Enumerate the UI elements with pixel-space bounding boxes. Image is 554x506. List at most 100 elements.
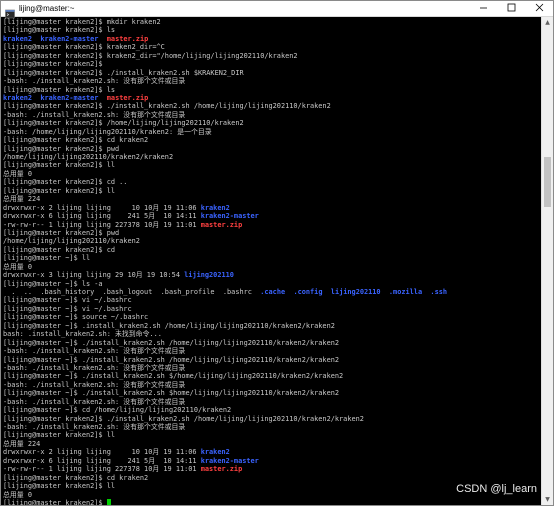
maximize-button[interactable] xyxy=(497,1,525,16)
terminal-text: -bash: ./install_kraken2.sh: 没有那个文件或目录 xyxy=(3,77,186,86)
minimize-button[interactable] xyxy=(469,1,497,16)
terminal-text: . .. .bash_history .bash_logout .bash_pr… xyxy=(3,288,261,296)
maximize-icon xyxy=(507,3,516,14)
scroll-thumb[interactable] xyxy=(544,157,551,207)
terminal-text: -bash: /home/lijing/lijing202110/kraken2… xyxy=(3,127,212,136)
window-title: lijing@master:~ xyxy=(19,4,75,13)
terminal-text: [lijing@master kraken2]$ ls xyxy=(3,26,116,35)
terminal-text: -bash: ./install_kraken2.sh: 没有那个文件或目录 xyxy=(3,380,186,389)
terminal-text: 总用量 0 xyxy=(3,169,32,178)
terminal-output[interactable]: [lijing@master kraken2]$ mkdir kraken2 [l… xyxy=(3,18,541,505)
directory-name: kraken2 xyxy=(200,203,230,212)
terminal-line: [lijing@master kraken2]$ cd kraken2 xyxy=(3,474,541,482)
terminal-line: [lijing@master ~]$ .install_kraken2.sh /… xyxy=(3,322,541,330)
terminal-line: -bash: ./install_kraken2.sh: 没有那个文件或目录 xyxy=(3,423,541,431)
terminal-text: [lijing@master kraken2]$ ./install_krake… xyxy=(3,102,331,111)
directory-name: .mozilla xyxy=(388,288,423,296)
vertical-scrollbar[interactable]: ▲ ▼ xyxy=(541,17,553,505)
terminal-text: [lijing@master kraken2]$ cd xyxy=(3,245,116,254)
terminal-text: [lijing@master ~]$ .install_kraken2.sh /… xyxy=(3,321,335,330)
terminal-line: /home/lijing/lijing202110/kraken2/kraken… xyxy=(3,153,541,161)
terminal-text: [lijing@master ~]$ ./install_kraken2.sh … xyxy=(3,372,344,381)
terminal-text: [lijing@master kraken2]$ ./install_krake… xyxy=(3,68,244,77)
directory-name: lijing202110 xyxy=(330,288,381,296)
archive-file-name: master.zip xyxy=(106,93,149,102)
terminal-text: [lijing@master ~]$ vi ~/.bashrc xyxy=(3,296,132,305)
terminal-text: -bash: ./install_kraken2.sh: 没有那个文件或目录 xyxy=(3,363,186,372)
terminal-line: kraken2 kraken2-master master.zip xyxy=(3,94,541,102)
terminal-window: lijing@master:~ [lijing@master kraken2]$… xyxy=(0,0,554,506)
archive-file-name: master.zip xyxy=(200,220,243,229)
terminal-text: -bash: ./install_kraken2.sh: 没有那个文件或目录 xyxy=(3,423,186,431)
directory-name: kraken2 xyxy=(3,34,33,43)
terminal-line: 总用量 224 xyxy=(3,195,541,203)
terminal-text: [lijing@master ~]$ source ~/.bashrc xyxy=(3,313,149,322)
terminal-text: [lijing@master kraken2]$ pwd xyxy=(3,144,120,153)
terminal-line: [lijing@master ~]$ source ~/.bashrc xyxy=(3,313,541,321)
terminal-line: [lijing@master kraken2]$ kraken2_dir=^C xyxy=(3,43,541,51)
terminal-line: -bash: ./install_kraken2.sh: 没有那个文件或目录 xyxy=(3,381,541,389)
title-bar[interactable]: lijing@master:~ xyxy=(1,1,553,18)
terminal-line: 总用量 0 xyxy=(3,170,541,178)
terminal-line: /home/lijing/lijing202110/kraken2 xyxy=(3,237,541,245)
terminal-text: [lijing@master ~]$ cd /home/lijing/lijin… xyxy=(3,406,232,415)
terminal-line: [lijing@master ~]$ vi ~/.bashrc xyxy=(3,305,541,313)
terminal-line: [lijing@master kraken2]$ ls xyxy=(3,26,541,34)
terminal-text: [lijing@master ~]$ vi ~/.bashrc xyxy=(3,304,132,313)
terminal-line: 总用量 224 xyxy=(3,440,541,448)
terminal-line: drwxrwxr-x 6 lijing lijing 241 5月 10 14:… xyxy=(3,212,541,220)
terminal-text: 总用量 0 xyxy=(3,490,32,499)
terminal-line: -rw-rw-r-- 1 lijing lijing 227378 10月 19… xyxy=(3,221,541,229)
directory-name: .cache xyxy=(260,288,286,296)
terminal-text: -bash: ./install_kraken2.sh: 没有那个文件或目录 xyxy=(3,397,186,406)
terminal-line: drwxrwxr-x 3 lijing lijing 29 10月 19 10:… xyxy=(3,271,541,279)
terminal-line: [lijing@master kraken2]$ ll xyxy=(3,431,541,439)
terminal-text: [lijing@master kraken2]$ ll xyxy=(3,482,116,491)
cursor-icon xyxy=(106,498,111,505)
terminal-line: [lijing@master kraken2]$ ll xyxy=(3,187,541,195)
terminal-line: [lijing@master kraken2]$ mkdir kraken2 xyxy=(3,18,541,26)
terminal-line: [lijing@master kraken2]$ ./install_krake… xyxy=(3,415,541,423)
terminal-text: [lijing@master ~]$ ls -a xyxy=(3,279,103,288)
terminal-text: [lijing@master kraken2]$ ls xyxy=(3,85,116,94)
terminal-text: [lijing@master kraken2]$ xyxy=(3,498,107,505)
terminal-text: -bash: ./install_kraken2.sh: 没有那个文件或目录 xyxy=(3,110,186,119)
terminal-text: -rw-rw-r-- 1 lijing lijing 227378 10月 19… xyxy=(3,465,201,474)
directory-name: .config xyxy=(293,288,323,296)
terminal-line: -bash: ./install_kraken2.sh: 没有那个文件或目录 xyxy=(3,77,541,85)
terminal-text: [lijing@master kraken2]$ cd .. xyxy=(3,178,128,187)
terminal-line: [lijing@master ~]$ ./install_kraken2.sh … xyxy=(3,372,541,380)
terminal-line: [lijing@master kraken2]$ ls xyxy=(3,86,541,94)
scroll-up-arrow-icon[interactable]: ▲ xyxy=(542,17,553,28)
terminal-line: kraken2 kraken2-master master.zip xyxy=(3,35,541,43)
directory-name: kraken2-master xyxy=(200,212,259,221)
terminal-line: [lijing@master ~]$ ./install_kraken2.sh … xyxy=(3,356,541,364)
directory-name: kraken2-master xyxy=(200,456,259,465)
terminal-text: [lijing@master kraken2]$ xyxy=(3,60,107,69)
terminal-text: -rw-rw-r-- 1 lijing lijing 227378 10月 19… xyxy=(3,220,201,229)
terminal-line: bash: .install_kraken2.sh: 未找到命令... xyxy=(3,330,541,338)
terminal-line: [lijing@master ~]$ cd /home/lijing/lijin… xyxy=(3,406,541,414)
terminal-text: bash: .install_kraken2.sh: 未找到命令... xyxy=(3,330,162,339)
terminal-text: -bash: ./install_kraken2.sh: 没有那个文件或目录 xyxy=(3,347,186,356)
close-button[interactable] xyxy=(525,1,553,16)
terminal-line: 总用量 0 xyxy=(3,263,541,271)
terminal-text: [lijing@master ~]$ ./install_kraken2.sh … xyxy=(3,355,340,364)
terminal-line: [lijing@master kraken2]$ ./install_krake… xyxy=(3,102,541,110)
terminal-line: [lijing@master ~]$ vi ~/.bashrc xyxy=(3,296,541,304)
terminal-text: [lijing@master kraken2]$ kraken2_dir=^C xyxy=(3,43,165,52)
terminal-line: . .. .bash_history .bash_logout .bash_pr… xyxy=(3,288,541,296)
terminal-text: [lijing@master kraken2]$ kraken2_dir="/h… xyxy=(3,51,298,60)
terminal-line: [lijing@master kraken2]$ xyxy=(3,498,541,505)
terminal-line: [lijing@master kraken2]$ pwd xyxy=(3,145,541,153)
terminal-text: [lijing@master kraken2]$ /home/lijing/li… xyxy=(3,119,244,128)
archive-file-name: master.zip xyxy=(106,34,149,43)
directory-name: kraken2 xyxy=(3,93,33,102)
directory-name: kraken2 xyxy=(200,448,230,457)
scroll-down-arrow-icon[interactable]: ▼ xyxy=(542,494,553,505)
terminal-text: [lijing@master kraken2]$ cd kraken2 xyxy=(3,136,149,145)
terminal-text: [lijing@master kraken2]$ pwd xyxy=(3,228,120,237)
terminal-line: [lijing@master kraken2]$ cd kraken2 xyxy=(3,136,541,144)
